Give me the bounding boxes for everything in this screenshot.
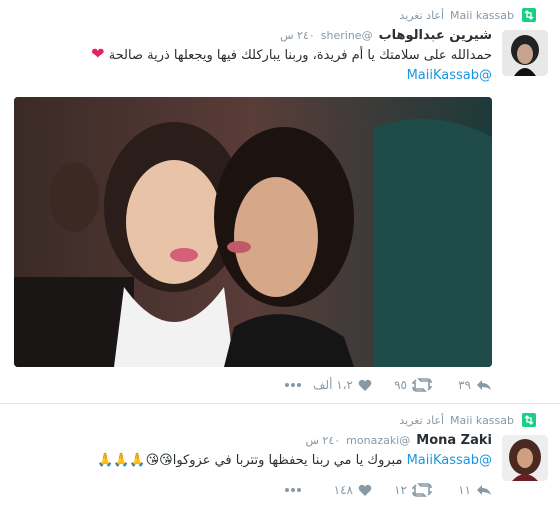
like-count: ١٤٨ (333, 483, 353, 497)
timestamp[interactable]: ٢٤٠ س (280, 29, 315, 42)
tweet-actions: ١١ ١٢ ١٤٨ (262, 483, 492, 497)
like-button[interactable]: ١٤٨ (302, 483, 372, 497)
tweet-header: Mona Zaki @monazaki ٢٤٠ س (305, 433, 492, 448)
display-name[interactable]: Mona Zaki (416, 433, 492, 448)
avatar[interactable] (502, 30, 548, 76)
heart-icon (358, 379, 372, 391)
user-handle[interactable]: @monazaki (346, 434, 410, 447)
retweet-button[interactable]: ٩٥ (372, 378, 432, 392)
reply-count: ١١ (458, 483, 471, 497)
retweet-button[interactable]: ١٢ (372, 483, 432, 497)
retweet-count: ١٢ (394, 483, 407, 497)
retweet-badge-icon (522, 413, 536, 427)
retweet-label: أعاد تغريد (399, 9, 445, 22)
tweet-text: حمدالله على سلامتك يا أم فريدة، وربنا يب… (17, 44, 492, 86)
tweet-header: شيرين عبدالوهاب @sherine ٢٤٠ س (280, 28, 492, 43)
display-name[interactable]: شيرين عبدالوهاب (379, 28, 492, 43)
emoji-sequence: 😘😘🙏🙏🙏 (97, 453, 173, 468)
reply-icon (477, 380, 491, 390)
heart-icon (358, 484, 372, 496)
more-options-button[interactable] (262, 487, 302, 493)
like-button[interactable]: ١،٢ ألف (302, 378, 372, 392)
tweet-body: حمدالله على سلامتك يا أم فريدة، وربنا يب… (108, 48, 492, 63)
user-handle[interactable]: @sherine (321, 29, 373, 42)
mention-link[interactable]: @MaiiKassab (407, 68, 492, 83)
retweet-label: أعاد تغريد (399, 414, 445, 427)
heart-emoji-icon: ❤ (91, 44, 105, 63)
more-icon (285, 383, 301, 387)
retweet-icon (412, 378, 432, 392)
mention-link[interactable]: @MaiiKassab (407, 453, 492, 468)
reply-count: ٣٩ (458, 378, 471, 392)
tweet[interactable]: Maii kassab أعاد تغريد شيرين عبدالوهاب @… (0, 0, 560, 404)
more-icon (285, 488, 301, 492)
retweeted-by-name[interactable]: Maii kassab (450, 9, 514, 22)
tweet[interactable]: Maii kassab أعاد تغريد Mona Zaki @monaza… (0, 405, 560, 513)
timestamp[interactable]: ٢٤٠ س (305, 434, 340, 447)
retweeted-by-name[interactable]: Maii kassab (450, 414, 514, 427)
tweet-actions: ٣٩ ٩٥ ١،٢ ألف (262, 378, 492, 392)
reply-icon (477, 485, 491, 495)
tweet-photo[interactable] (14, 97, 492, 367)
retweet-badge-icon (522, 8, 536, 22)
tweet-text: @MaiiKassab مبروك يا مي ربنا يحفظها وتتر… (97, 451, 492, 471)
retweet-context: Maii kassab أعاد تغريد (399, 9, 514, 22)
tweet-body: مبروك يا مي ربنا يحفظها وتتربا في عزوكوا (172, 453, 403, 468)
retweet-count: ٩٥ (394, 378, 407, 392)
retweet-icon (412, 483, 432, 497)
avatar[interactable] (502, 435, 548, 481)
reply-button[interactable]: ٣٩ (432, 378, 492, 392)
retweet-context: Maii kassab أعاد تغريد (399, 414, 514, 427)
more-options-button[interactable] (262, 382, 302, 388)
like-count: ١،٢ ألف (313, 378, 353, 392)
reply-button[interactable]: ١١ (432, 483, 492, 497)
